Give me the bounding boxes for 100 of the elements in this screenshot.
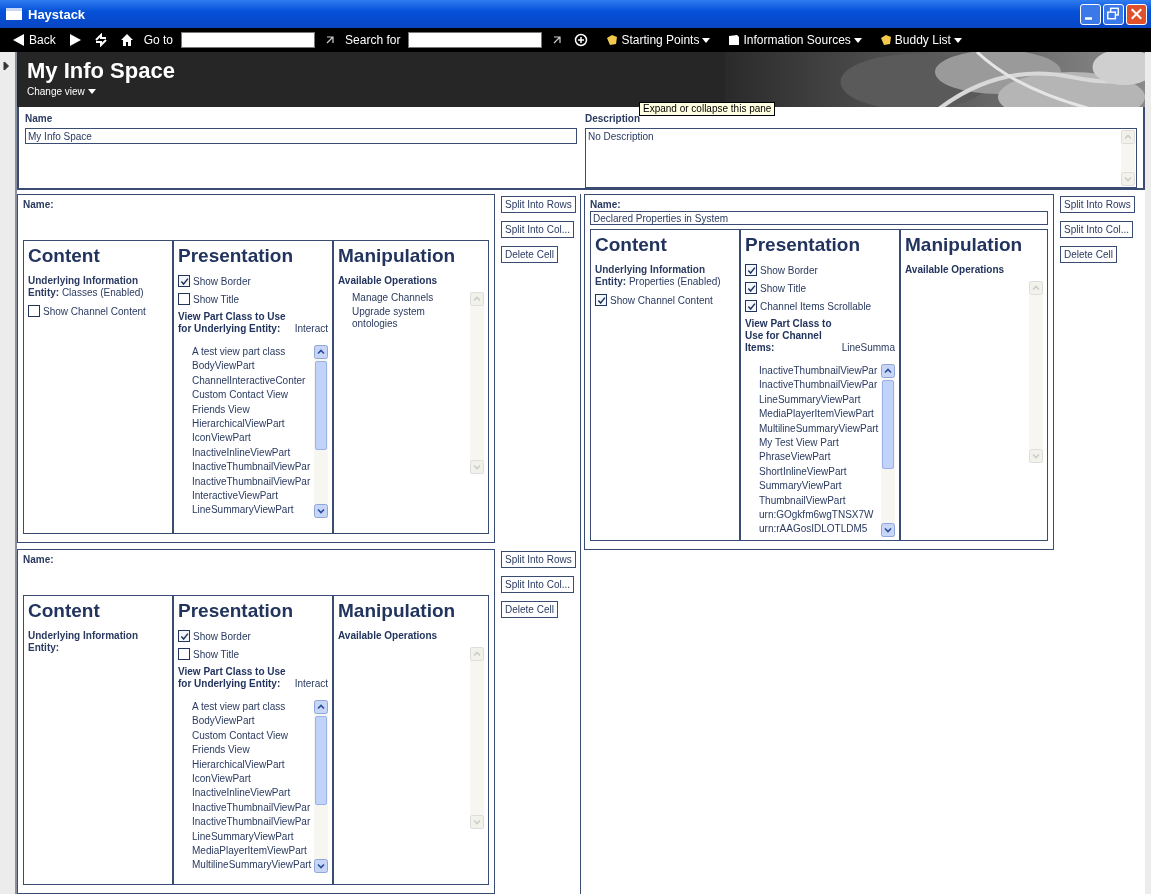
list-item[interactable]: A test view part class (192, 345, 312, 360)
cell-button[interactable]: Split Into Col... (501, 576, 575, 593)
go-to-label: Go to (143, 33, 174, 47)
scroll-thumb[interactable] (315, 716, 327, 805)
change-view-menu[interactable]: Change view (27, 86, 96, 97)
list-item[interactable]: My Test View Part (759, 436, 879, 451)
home-icon (119, 33, 134, 47)
list-item[interactable]: InactiveThumbnailViewPar (192, 474, 312, 490)
list-item[interactable]: ChannelInteractiveConter (192, 373, 312, 389)
name-field[interactable]: My Info Space (25, 128, 577, 144)
list-item[interactable]: InactiveThumbnailViewPar (759, 364, 879, 379)
search-label: Search for (345, 33, 401, 47)
list-item[interactable]: MultilineSummaryViewPart (759, 421, 879, 437)
scroll-thumb[interactable] (882, 380, 894, 469)
list-item[interactable]: BodyViewPart (192, 359, 312, 374)
list-item[interactable]: urn:rAAGosIDLOTLDM5 (759, 522, 879, 537)
scroll-down-icon[interactable] (314, 503, 328, 518)
list-item[interactable]: SummaryViewPart (759, 479, 879, 494)
list-item[interactable]: BodyViewPart (192, 714, 312, 729)
list-item[interactable]: Custom Contact View (192, 388, 312, 403)
list-item[interactable]: InactiveInlineViewPart (192, 445, 312, 461)
toolbar-menu[interactable]: Information Sources (726, 33, 864, 47)
minimize-icon (1085, 16, 1092, 20)
checkbox[interactable] (178, 275, 190, 287)
list-item[interactable]: InactiveThumbnailViewPar (192, 460, 312, 475)
cell-button[interactable]: Delete Cell (1060, 246, 1117, 263)
cell-button[interactable]: Split Into Rows (1060, 196, 1135, 213)
scroll-up-icon[interactable] (881, 364, 895, 378)
cell-button[interactable]: Split Into Rows (501, 196, 576, 213)
toolbar-menu[interactable]: Buddy List (877, 33, 964, 47)
scroll-thumb[interactable] (315, 361, 327, 450)
operations-label: Available Operations (338, 630, 439, 641)
checkbox-label: Show Border (193, 630, 251, 642)
scroll-down-icon[interactable] (881, 522, 895, 537)
list-item[interactable]: HierarchicalViewPart (192, 417, 312, 432)
list-item[interactable]: InactiveThumbnailViewPar (759, 378, 879, 393)
caret-icon (702, 37, 711, 43)
toolbar-menu[interactable]: Starting Points (604, 33, 713, 47)
list-item[interactable]: Custom Contact View (192, 728, 312, 744)
back-button[interactable]: Back (10, 33, 58, 47)
list-item[interactable]: InactiveThumbnailViewPar (192, 800, 312, 816)
checkbox[interactable] (745, 282, 757, 294)
list-item[interactable]: Friends View (192, 402, 312, 418)
list-item[interactable]: Friends View (192, 743, 312, 758)
checkbox-label: Show Title (193, 648, 240, 660)
operations-label: Available Operations (905, 264, 1006, 275)
list-item[interactable]: HierarchicalViewPart (192, 757, 312, 773)
go-to-field[interactable] (181, 32, 316, 48)
list-item[interactable]: MediaPlayerItemViewPart (759, 407, 879, 422)
section-heading: Manipulation (338, 600, 457, 622)
cell-button[interactable]: Split Into Rows (501, 551, 576, 568)
checkbox[interactable] (178, 293, 190, 305)
checkbox[interactable] (178, 630, 190, 642)
list-item[interactable]: LineSummaryViewPart (192, 829, 312, 845)
scrollbar[interactable] (314, 700, 328, 873)
name-field[interactable]: Declared Properties in System (590, 211, 1048, 225)
search-field[interactable] (408, 32, 543, 48)
expand-icon[interactable] (3, 62, 9, 70)
checkbox[interactable] (28, 305, 40, 317)
maximize-button[interactable] (1103, 3, 1124, 25)
scroll-down-icon[interactable] (314, 858, 328, 873)
operation-item[interactable]: Upgrade system ontologies (352, 306, 466, 330)
operation-item[interactable]: Manage Channels (352, 292, 466, 304)
cell-button[interactable]: Delete Cell (501, 246, 558, 263)
cell-button[interactable]: Split Into Col... (1060, 221, 1134, 238)
arrows-icon (93, 33, 108, 47)
description-field[interactable]: No Description (585, 128, 1137, 188)
scrollbar[interactable] (881, 364, 895, 537)
scroll-up-icon[interactable] (314, 345, 328, 359)
list-item[interactable]: LineSummaryViewPart (759, 392, 879, 408)
list-item[interactable]: IconViewPart (192, 772, 312, 787)
checkbox[interactable] (595, 294, 607, 306)
section-heading: Content (595, 234, 668, 256)
cell-button[interactable]: Delete Cell (501, 601, 558, 618)
checkbox[interactable] (745, 300, 757, 312)
checkbox[interactable] (178, 648, 190, 660)
section-heading: Content (28, 245, 101, 267)
view-part-value: Interact (294, 323, 328, 335)
list-item[interactable]: MultilineSummaryViewPart (192, 858, 312, 873)
list-item[interactable]: IconViewPart (192, 431, 312, 446)
entity-text: Underlying Information Entity: (28, 630, 139, 654)
list-item[interactable]: A test view part class (192, 700, 312, 715)
minimize-button[interactable] (1080, 3, 1101, 25)
list-item[interactable]: urn:GOgkfm6wgTNSX7W (759, 508, 879, 523)
list-item[interactable]: ShortInlineViewPart (759, 464, 879, 480)
section-heading: Presentation (178, 245, 295, 267)
cell-button[interactable]: Split Into Col... (501, 221, 575, 238)
close-button[interactable] (1126, 3, 1147, 25)
list-item[interactable]: InteractiveViewPart (192, 489, 312, 504)
list-item[interactable]: LineSummaryViewPart (192, 503, 312, 518)
list-item[interactable]: MediaPlayerItemViewPart (192, 844, 312, 859)
scroll-up-icon[interactable] (314, 700, 328, 714)
window-icon (6, 8, 22, 20)
list-item[interactable]: InactiveThumbnailViewPar (192, 815, 312, 830)
list-item[interactable]: InactiveInlineViewPart (192, 786, 312, 801)
scrollbar[interactable] (314, 345, 328, 518)
list-item[interactable]: ThumbnailViewPart (759, 493, 879, 509)
back-arrow-icon (12, 33, 26, 47)
list-item[interactable]: PhraseViewPart (759, 450, 879, 465)
checkbox[interactable] (745, 264, 757, 276)
